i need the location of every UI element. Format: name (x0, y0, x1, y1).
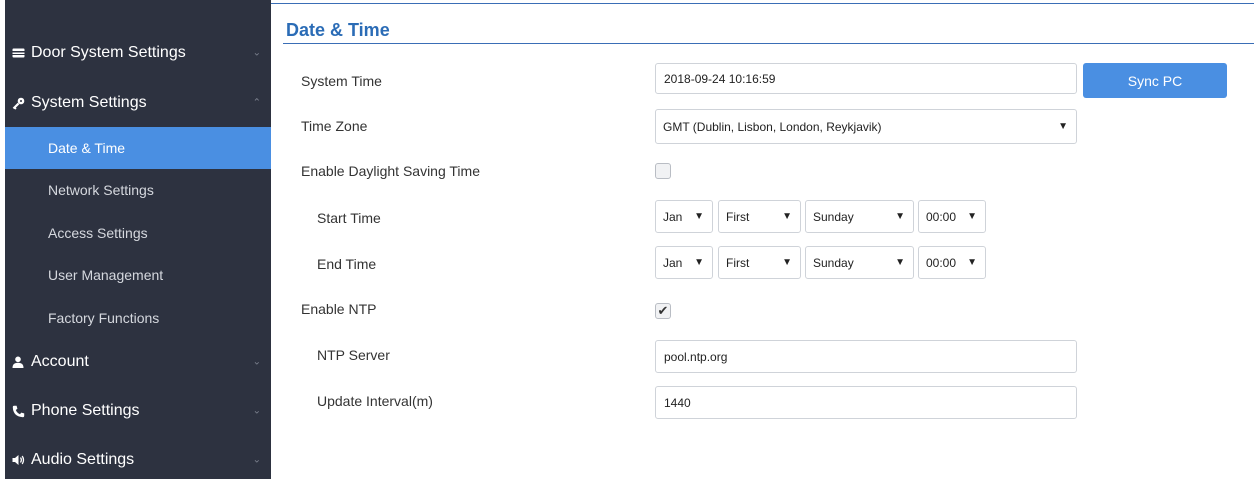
ntp-server-field[interactable]: pool.ntp.org (655, 340, 1077, 373)
ntp-server-label: NTP Server (317, 347, 390, 363)
start-month-select[interactable]: Jan ▼ (655, 200, 713, 233)
dropdown-arrow-icon: ▼ (782, 211, 792, 222)
ntp-label: Enable NTP (301, 301, 377, 317)
key-icon (11, 97, 25, 110)
end-day-select[interactable]: Sunday ▼ (805, 246, 914, 279)
nav-label: Access Settings (48, 225, 148, 241)
start-hour-select[interactable]: 00:00 ▼ (918, 200, 986, 233)
start-time-label: Start Time (317, 210, 381, 226)
dropdown-arrow-icon: ▼ (967, 257, 977, 268)
title-divider (283, 43, 1254, 44)
nav-door-system-settings[interactable]: Door System Settings ⌄ (5, 32, 271, 74)
end-week-value: First (726, 255, 750, 270)
nav-label: Factory Functions (48, 310, 160, 326)
speaker-icon (11, 454, 25, 466)
top-divider (271, 3, 1254, 4)
nav-access-settings[interactable]: Access Settings (5, 212, 271, 254)
dropdown-arrow-icon: ▼ (694, 211, 704, 222)
end-time-label: End Time (317, 256, 377, 272)
nav-audio-settings[interactable]: Audio Settings ⌄ (5, 439, 271, 481)
time-zone-select[interactable]: GMT (Dublin, Lisbon, London, Reykjavik) … (655, 109, 1077, 144)
start-hour-value: 00:00 (926, 209, 957, 224)
user-icon (11, 356, 25, 368)
sync-pc-button[interactable]: Sync PC (1083, 63, 1227, 98)
system-time-label: System Time (301, 73, 382, 89)
chevron-down-icon: ⌄ (252, 356, 261, 368)
dropdown-arrow-icon: ▼ (694, 257, 704, 268)
nav-label: Audio Settings (31, 451, 135, 468)
checkmark-icon: ✔ (657, 303, 669, 318)
update-interval-label: Update Interval(m) (317, 393, 433, 409)
card-icon (11, 48, 25, 58)
nav-system-settings[interactable]: System Settings ⌃ (5, 82, 271, 124)
nav-label: System Settings (31, 94, 147, 111)
start-week-value: First (726, 209, 750, 224)
nav-label: Date & Time (48, 140, 126, 156)
phone-icon (11, 405, 25, 418)
dropdown-arrow-icon: ▼ (895, 257, 905, 268)
start-month-value: Jan (663, 209, 683, 224)
nav-label: Door System Settings (31, 44, 186, 61)
chevron-down-icon: ⌄ (252, 405, 261, 417)
dst-checkbox[interactable] (655, 163, 671, 179)
sidebar: Door System Settings ⌄ System Settings ⌃… (5, 0, 271, 479)
nav-phone-settings[interactable]: Phone Settings ⌄ (5, 390, 271, 432)
ntp-checkbox[interactable]: ✔ (655, 303, 671, 319)
dropdown-arrow-icon: ▼ (782, 257, 792, 268)
end-hour-value: 00:00 (926, 255, 957, 270)
update-interval-field[interactable]: 1440 (655, 386, 1077, 419)
nav-factory-functions[interactable]: Factory Functions (5, 297, 271, 339)
system-time-field[interactable]: 2018-09-24 10:16:59 (655, 63, 1077, 94)
page-title: Date & Time (286, 20, 390, 40)
end-month-value: Jan (663, 255, 683, 270)
nav-date-time[interactable]: Date & Time (5, 127, 271, 169)
nav-network-settings[interactable]: Network Settings (5, 169, 271, 211)
start-day-value: Sunday (813, 209, 854, 224)
dropdown-arrow-icon: ▼ (1058, 121, 1068, 132)
nav-label: Account (31, 353, 89, 370)
nav-user-management[interactable]: User Management (5, 254, 271, 296)
chevron-up-icon: ⌃ (252, 97, 261, 109)
end-day-value: Sunday (813, 255, 854, 270)
dropdown-arrow-icon: ▼ (967, 211, 977, 222)
nav-label: Network Settings (48, 182, 154, 198)
chevron-down-icon: ⌄ (252, 47, 261, 59)
nav-label: Phone Settings (31, 402, 140, 419)
end-week-select[interactable]: First ▼ (718, 246, 801, 279)
dropdown-arrow-icon: ▼ (895, 211, 905, 222)
chevron-down-icon: ⌄ (252, 454, 261, 466)
nav-label: User Management (48, 267, 164, 283)
end-month-select[interactable]: Jan ▼ (655, 246, 713, 279)
start-day-select[interactable]: Sunday ▼ (805, 200, 914, 233)
time-zone-value: GMT (Dublin, Lisbon, London, Reykjavik) (663, 119, 882, 134)
time-zone-label: Time Zone (301, 118, 368, 134)
end-hour-select[interactable]: 00:00 ▼ (918, 246, 986, 279)
nav-account[interactable]: Account ⌄ (5, 341, 271, 383)
dst-label: Enable Daylight Saving Time (301, 163, 480, 179)
start-week-select[interactable]: First ▼ (718, 200, 801, 233)
